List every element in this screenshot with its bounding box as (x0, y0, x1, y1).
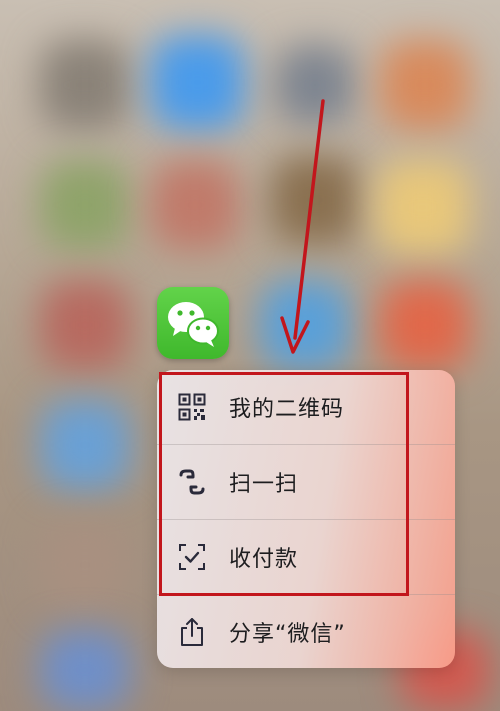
menu-item-scan[interactable]: 扫一扫 (157, 445, 455, 519)
blurred-app-icon (40, 40, 130, 130)
qr-code-icon (177, 392, 207, 422)
payment-scan-icon (177, 542, 207, 572)
menu-item-label: 收付款 (229, 547, 299, 572)
blurred-app-icon (270, 155, 360, 245)
menu-item-payment[interactable]: 收付款 (157, 520, 455, 594)
menu-item-share-wechat[interactable]: 分享“微信” (157, 595, 455, 668)
quick-action-menu: 我的二维码 扫一扫 收付款 分享“微信” (157, 370, 455, 668)
blurred-app-icon (375, 160, 470, 255)
blurred-app-icon (40, 280, 130, 370)
blurred-app-icon (380, 40, 470, 130)
blurred-app-icon (380, 280, 470, 370)
blurred-app-icon (40, 400, 130, 490)
blurred-app-icon (260, 280, 350, 370)
blurred-app-icon (150, 160, 240, 250)
menu-item-label: 扫一扫 (229, 472, 299, 497)
blurred-app-icon (40, 160, 130, 250)
menu-item-label: 我的二维码 (229, 397, 345, 422)
wechat-logo-icon (168, 302, 219, 347)
blurred-app-icon (40, 520, 130, 610)
blurred-app-icon (40, 630, 130, 710)
wechat-app-icon[interactable] (157, 287, 229, 359)
scan-icon (177, 467, 207, 497)
menu-item-label: 分享“微信” (229, 622, 346, 647)
blurred-app-icon (275, 45, 355, 125)
blurred-app-icon (150, 35, 245, 130)
menu-item-my-qr-code[interactable]: 我的二维码 (157, 370, 455, 444)
share-icon (177, 617, 207, 647)
